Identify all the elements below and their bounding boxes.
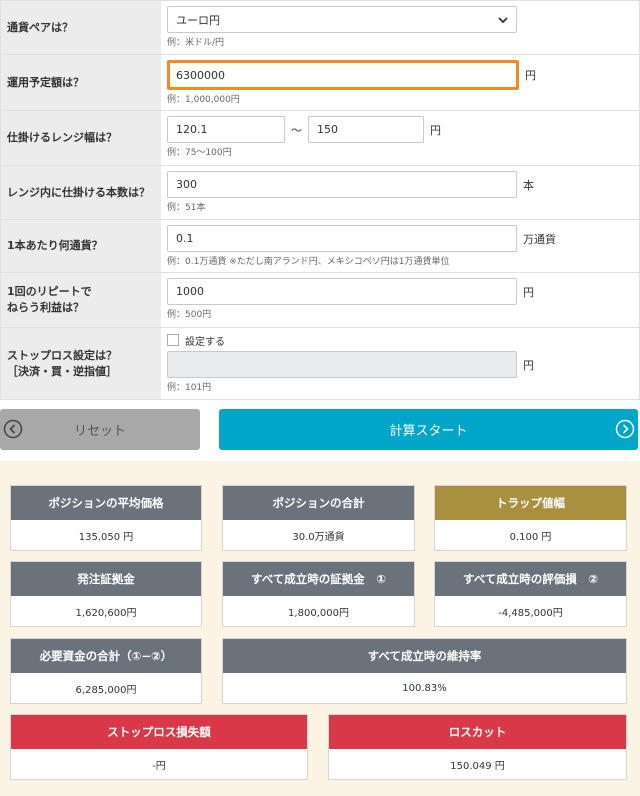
maintenance-value: 100.83%	[402, 682, 447, 694]
avg-price-value: 135.050 円	[78, 531, 134, 543]
full-loss-value: -4,485,000円	[498, 607, 563, 619]
amount-input[interactable]: 6300000	[167, 60, 519, 90]
range-low-input[interactable]: 120.1	[167, 116, 285, 143]
calculator-form: 通貨ペアは？ ユーロ円 例：米ドル/円 運用予定額は？ 6300000 円 例：…	[0, 0, 640, 400]
results-panel: ポジションの平均価格 135.050 円 ポジションの合計 30.0万通貨 トラ…	[0, 461, 640, 796]
reset-button[interactable]: リセット	[0, 409, 200, 450]
range-hint: 例：75〜100円	[167, 148, 232, 158]
card-losscut: ロスカット 150.049 円	[328, 714, 627, 780]
lot-hint: 例：0.1万通貨 ※ただし南アランド円、メキシコペソ円は1万通貨単位	[167, 257, 450, 267]
card-avg-price: ポジションの平均価格 135.050 円	[10, 485, 202, 551]
maintenance-title: すべて成立時の維持率	[223, 639, 626, 673]
stoploss-input[interactable]	[167, 351, 517, 378]
stoploss-loss-value: -円	[152, 760, 166, 772]
stoploss-hint: 例：101円	[167, 383, 212, 393]
card-order-margin: 発注証拠金 1,620,600円	[10, 561, 202, 627]
stoploss-checkbox[interactable]	[167, 334, 179, 346]
amount-hint: 例：1,000,000円	[167, 95, 240, 105]
full-margin-title: すべて成立時の証拠金 ①	[223, 562, 414, 596]
reset-button-label: リセット	[73, 424, 126, 439]
count-unit: 本	[523, 178, 534, 192]
profit-input[interactable]: 1000	[167, 278, 517, 305]
row-stoploss: ストップロス設定は？ ［決済・買・逆指値］ 設定する 円 例：101円	[0, 328, 640, 400]
total-position-value: 30.0万通貨	[292, 531, 345, 543]
currency-pair-label: 通貨ペアは？	[1, 1, 161, 54]
range-label: 仕掛けるレンジ幅は？	[1, 111, 161, 165]
card-maintenance: すべて成立時の維持率 100.83%	[222, 638, 627, 704]
count-input[interactable]: 300	[167, 171, 517, 198]
chevron-down-icon	[498, 16, 508, 23]
stoploss-checkbox-label: 設定する	[185, 336, 225, 348]
count-hint: 例：51本	[167, 203, 206, 213]
losscut-value: 150.049 円	[450, 760, 505, 772]
card-stoploss-loss: ストップロス損失額 -円	[10, 714, 308, 780]
profit-hint: 例：500円	[167, 310, 212, 320]
range-separator: 〜	[291, 123, 302, 137]
avg-price-title: ポジションの平均価格	[11, 486, 201, 520]
row-amount: 運用予定額は？ 6300000 円 例：1,000,000円	[0, 55, 640, 111]
chevron-left-circle-icon	[3, 419, 23, 439]
row-count: レンジ内に仕掛ける本数は？ 300 本 例：51本	[0, 166, 640, 220]
trap-width-title: トラップ値幅	[435, 486, 626, 520]
full-margin-value: 1,800,000円	[288, 607, 349, 619]
chevron-right-circle-icon	[615, 419, 635, 439]
row-range: 仕掛けるレンジ幅は？ 120.1 〜 150 円 例：75〜100円	[0, 111, 640, 166]
stoploss-label-line2: ［決済・買・逆指値］	[7, 364, 117, 378]
profit-label: 1回のリピートで ねらう利益は？	[1, 273, 161, 327]
start-button-label: 計算スタート	[389, 424, 468, 439]
profit-unit: 円	[523, 285, 534, 299]
count-label: レンジ内に仕掛ける本数は？	[1, 166, 161, 219]
currency-pair-hint: 例：米ドル/円	[167, 38, 225, 48]
amount-label: 運用予定額は？	[1, 55, 161, 110]
start-button[interactable]: 計算スタート	[219, 409, 638, 450]
order-margin-value: 1,620,600円	[75, 607, 137, 619]
amount-unit: 円	[525, 69, 536, 82]
card-required: 必要資金の合計（①−②） 6,285,000円	[10, 638, 202, 704]
row-lot: 1本あたり何通貨？ 0.1 万通貨 例：0.1万通貨 ※ただし南アランド円、メキ…	[0, 220, 640, 273]
range-high-input[interactable]: 150	[308, 116, 424, 143]
order-margin-title: 発注証拠金	[11, 562, 201, 596]
total-position-title: ポジションの合計	[223, 486, 414, 520]
losscut-title: ロスカット	[329, 715, 626, 749]
stoploss-loss-title: ストップロス損失額	[11, 715, 307, 749]
card-full-loss: すべて成立時の評価損 ② -4,485,000円	[434, 561, 627, 627]
lot-label: 1本あたり何通貨？	[1, 220, 161, 272]
stoploss-label-line1: ストップロス設定は？	[7, 348, 117, 362]
currency-pair-select[interactable]: ユーロ円	[167, 6, 517, 33]
range-unit: 円	[430, 123, 441, 137]
lot-input[interactable]: 0.1	[167, 225, 517, 252]
required-title: 必要資金の合計（①−②）	[11, 639, 201, 673]
card-trap-width: トラップ値幅 0.100 円	[434, 485, 627, 551]
card-full-margin: すべて成立時の証拠金 ① 1,800,000円	[222, 561, 415, 627]
full-loss-title: すべて成立時の評価損 ②	[435, 562, 626, 596]
lot-unit: 万通貨	[523, 232, 556, 246]
row-currency-pair: 通貨ペアは？ ユーロ円 例：米ドル/円	[0, 0, 640, 55]
action-buttons: リセット 計算スタート	[0, 409, 640, 450]
profit-label-line2: ねらう利益は？	[7, 301, 84, 314]
currency-pair-value: ユーロ円	[176, 13, 220, 27]
stoploss-unit: 円	[523, 358, 534, 372]
card-total-position: ポジションの合計 30.0万通貨	[222, 485, 415, 551]
row-profit: 1回のリピートで ねらう利益は？ 1000 円 例：500円	[0, 273, 640, 328]
profit-label-line1: 1回のリピートで	[7, 285, 92, 298]
required-value: 6,285,000円	[75, 684, 137, 696]
trap-width-value: 0.100 円	[509, 531, 552, 543]
stoploss-label: ストップロス設定は？ ［決済・買・逆指値］	[1, 328, 161, 399]
